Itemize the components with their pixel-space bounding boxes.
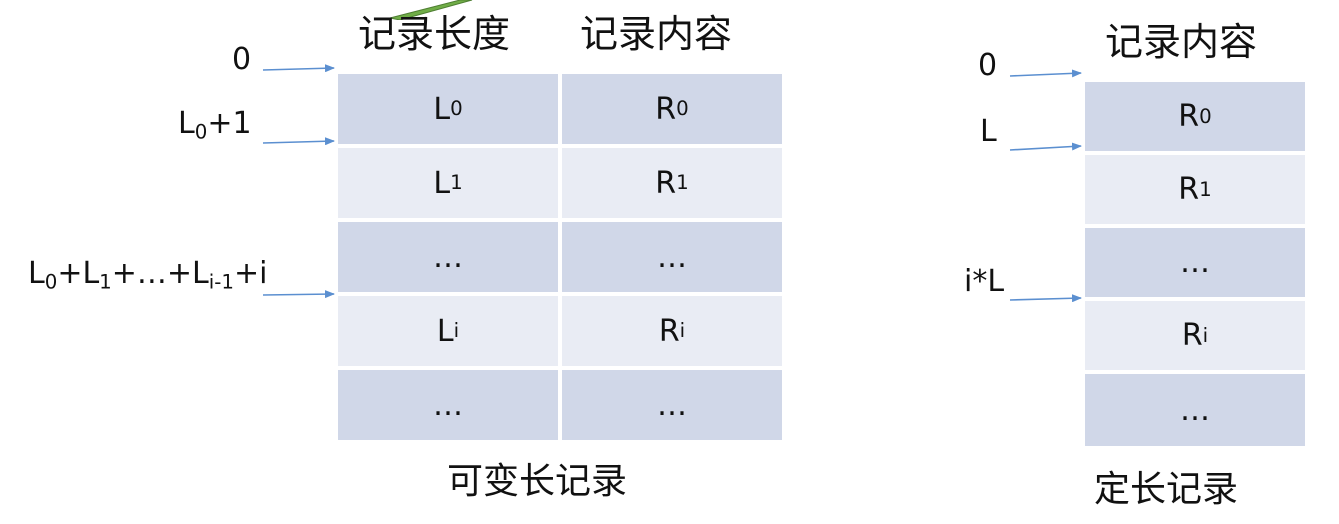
arrow-fixed-1 bbox=[1009, 142, 1082, 151]
arrow-var-2 bbox=[262, 290, 335, 299]
arrow-fixed-2 bbox=[1009, 294, 1082, 303]
offset-arrows bbox=[262, 64, 1082, 303]
arrow-var-1 bbox=[262, 137, 335, 146]
arrow-fixed-0 bbox=[1009, 69, 1082, 78]
arrow-var-0 bbox=[262, 64, 335, 73]
